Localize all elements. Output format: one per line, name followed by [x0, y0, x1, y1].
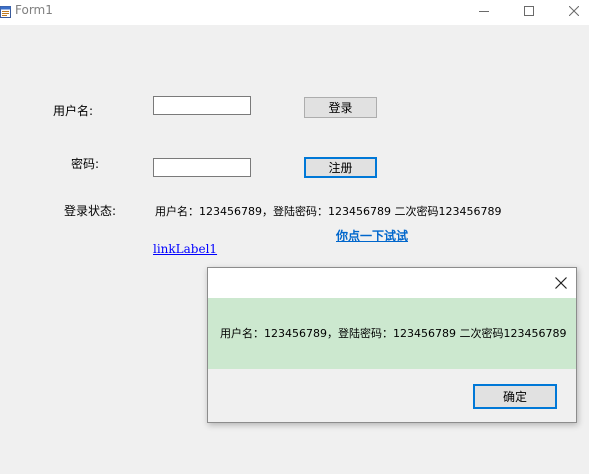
app-form-icon	[0, 3, 11, 18]
register-button[interactable]: 注册	[304, 157, 377, 178]
window-close-button[interactable]	[551, 0, 589, 22]
message-box-text: 用户名：123456789，登陆密码：123456789 二次密码1234567…	[220, 327, 567, 340]
username-input[interactable]	[153, 96, 251, 115]
try-it-link[interactable]: 你点一下试试	[336, 227, 408, 244]
password-label: 密码:	[71, 157, 100, 171]
close-icon	[555, 277, 567, 289]
message-box-dialog: 用户名：123456789，登陆密码：123456789 二次密码1234567…	[207, 267, 577, 423]
message-box-body: 用户名：123456789，登陆密码：123456789 二次密码1234567…	[208, 298, 576, 369]
window-title: Form1	[15, 3, 53, 17]
message-box-title-bar[interactable]	[208, 268, 576, 298]
link-label-1[interactable]: linkLabel1	[153, 242, 217, 256]
message-box-close-button[interactable]	[550, 272, 572, 294]
close-icon	[569, 6, 579, 16]
ok-button[interactable]: 确定	[473, 384, 557, 409]
maximize-button[interactable]	[506, 0, 552, 22]
minimize-icon	[479, 11, 489, 12]
login-status-label: 登录状态:	[64, 204, 117, 218]
password-input[interactable]	[153, 158, 251, 177]
login-status-text: 用户名：123456789，登陆密码：123456789 二次密码1234567…	[155, 205, 502, 218]
login-button[interactable]: 登录	[304, 97, 377, 118]
title-bar[interactable]: Form1	[0, 0, 589, 25]
maximize-icon	[524, 6, 534, 16]
minimize-button[interactable]	[461, 0, 507, 22]
username-label: 用户名:	[53, 104, 94, 118]
main-form-window: Form1 用户名: 密码: 登录状态: 登录 注册 用户名：123456789…	[0, 0, 589, 474]
